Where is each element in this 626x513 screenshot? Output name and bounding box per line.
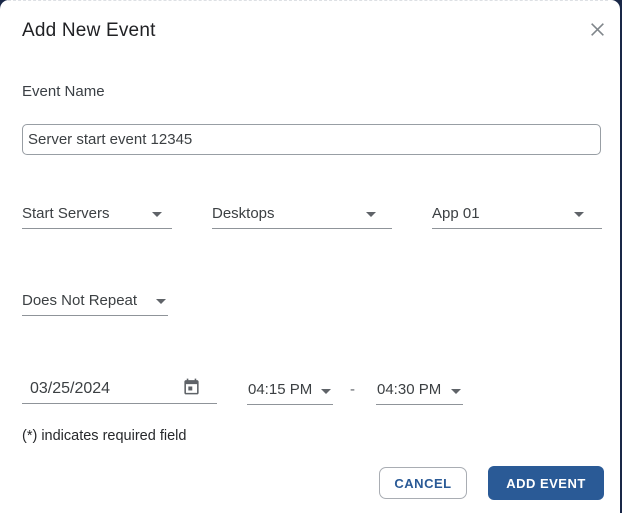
chevron-down-icon	[152, 212, 162, 217]
date-input[interactable]: 03/25/2024	[22, 372, 217, 404]
add-event-button[interactable]: ADD EVENT	[488, 466, 604, 500]
event-name-input[interactable]	[22, 124, 601, 155]
event-type-value: Start Servers	[22, 205, 110, 222]
close-icon	[589, 21, 606, 38]
required-field-note: (*) indicates required field	[22, 428, 187, 444]
date-value: 03/25/2024	[30, 380, 111, 397]
event-type-dropdown[interactable]: Start Servers	[22, 204, 172, 229]
calendar-icon[interactable]	[182, 376, 201, 397]
chevron-down-icon	[321, 389, 331, 394]
event-name-label: Event Name	[22, 83, 105, 100]
close-button[interactable]	[586, 18, 608, 40]
top-dotted-divider	[8, 0, 608, 1]
chevron-down-icon	[366, 212, 376, 217]
end-time-dropdown[interactable]: 04:30 PM	[376, 378, 463, 405]
resource-dropdown[interactable]: App 01	[432, 204, 602, 229]
chevron-down-icon	[156, 299, 166, 304]
time-range-separator: -	[350, 381, 355, 398]
dialog-title: Add New Event	[22, 20, 156, 41]
add-new-event-dialog: Add New Event Event Name Start Servers D…	[0, 0, 620, 513]
chevron-down-icon	[451, 389, 461, 394]
repeat-value: Does Not Repeat	[22, 292, 138, 309]
repeat-dropdown[interactable]: Does Not Repeat	[22, 291, 168, 316]
end-time-value: 04:30 PM	[377, 381, 442, 398]
resource-value: App 01	[432, 205, 480, 222]
resource-type-dropdown[interactable]: Desktops	[212, 204, 392, 229]
start-time-dropdown[interactable]: 04:15 PM	[247, 378, 333, 405]
resource-type-value: Desktops	[212, 205, 275, 222]
cancel-button[interactable]: CANCEL	[379, 467, 467, 499]
chevron-down-icon	[574, 212, 584, 217]
start-time-value: 04:15 PM	[248, 381, 313, 398]
screen: Add New Event Event Name Start Servers D…	[0, 0, 626, 513]
